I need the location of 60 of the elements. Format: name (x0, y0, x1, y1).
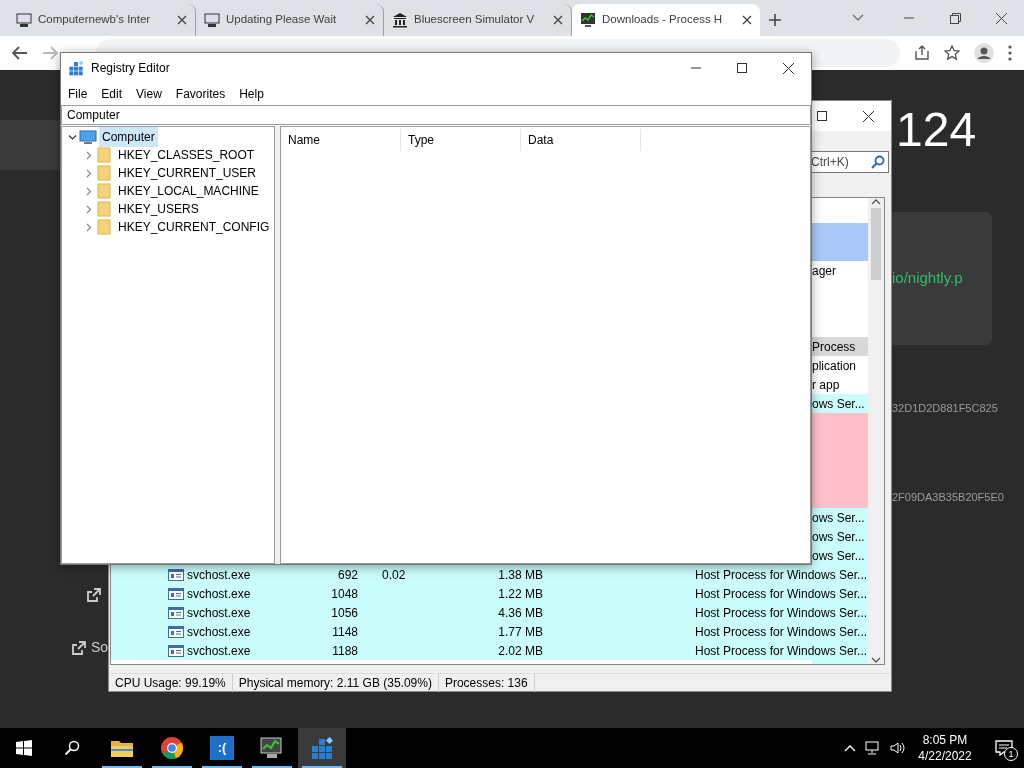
download-link[interactable]: So (70, 637, 108, 658)
process-name: svchost.exe (187, 642, 252, 660)
browser-tab[interactable]: Downloads - Process H (572, 4, 760, 36)
menu-item[interactable]: File (61, 83, 95, 105)
description-cell-text: Host Process for Windows Ser... (695, 623, 868, 641)
memory-cell-text: 4.36 MB (497, 604, 543, 622)
window-title: Registry Editor (91, 60, 170, 77)
tree-item[interactable]: HKEY_CURRENT_CONFIG (115, 217, 273, 237)
clock[interactable]: 8:05 PM 4/22/2022 (915, 732, 975, 764)
notification-count: 1 (1004, 747, 1018, 761)
description-cell-text: plication (812, 357, 857, 375)
status-text: Physical memory: 2.11 GB (35.09%) (232, 674, 439, 692)
address-field[interactable]: Computer (61, 105, 811, 125)
memory-cell-text: 1.38 MB (497, 566, 543, 584)
page-heading: 124 (895, 106, 978, 154)
column-header[interactable]: Name (281, 129, 401, 151)
memory-cell-text: 1.77 MB (497, 623, 543, 641)
description-cell-text: Host Process for Windows Ser... (695, 604, 868, 622)
description-cell-text: Host Process for Windows Ser... (695, 585, 868, 603)
description-cell-text: Process (812, 338, 856, 356)
pid-cell-text: 1188 (331, 642, 358, 660)
description-cell-text: ager (812, 262, 837, 280)
tree-item[interactable]: HKEY_CLASSES_ROOT (115, 145, 258, 165)
menu-item[interactable]: Edit (94, 83, 130, 105)
tree-item[interactable]: Computer (99, 127, 158, 147)
hash-text: 32D1D2D881F5C825 (892, 401, 999, 416)
menu-item[interactable]: Favorites (168, 83, 233, 105)
description-cell-text: Host Process for Windows Ser... (695, 566, 868, 584)
hash-text: 2F09DA3B35B20F5E0 (892, 489, 1005, 505)
memory-cell-text: 2.02 MB (497, 642, 543, 660)
process-name: svchost.exe (187, 585, 252, 603)
process-row[interactable]: svchost.exe 1148 1.77 MB Host Process for Windows Ser... (111, 622, 868, 641)
tree-item[interactable]: HKEY_USERS (115, 199, 202, 219)
description-cell-text: r app (812, 376, 840, 394)
column-header[interactable]: Type (401, 129, 521, 151)
cpu-cell-text: 0.02 (381, 566, 407, 584)
taskbar-app-button[interactable]: :( (198, 728, 246, 768)
tree-item[interactable]: HKEY_LOCAL_MACHINE (115, 181, 262, 201)
process-row[interactable]: Process (812, 337, 868, 356)
process-row[interactable]: svchost.exe 692 0.02 1.38 MB Host Process for Windows Ser... (111, 565, 868, 584)
status-text: Processes: 136 (438, 674, 535, 692)
process-name: svchost.exe (187, 566, 252, 584)
menu-item[interactable]: Help (232, 83, 271, 105)
process-row[interactable]: svchost.exe 1048 1.22 MB Host Process for Windows Ser... (111, 584, 868, 603)
tree-item[interactable]: HKEY_CURRENT_USER (115, 163, 260, 183)
search-field[interactable]: Ctrl+K) (809, 151, 889, 173)
memory-cell-text: 1.22 MB (497, 585, 543, 603)
pid-cell-text: 1148 (331, 623, 358, 641)
menu-item[interactable]: View (129, 83, 169, 105)
process-row[interactable]: svchost.exe 1056 4.36 MB Host Process for Windows Ser... (111, 603, 868, 622)
process-row[interactable]: svchost.exe 1188 2.02 MB Host Process for Windows Ser... (111, 641, 868, 660)
process-name: svchost.exe (187, 604, 252, 622)
process-name: svchost.exe (187, 623, 252, 641)
description-cell-text: Host Process for Windows Ser... (695, 642, 868, 660)
nightly-link[interactable]: io/nightly.p (888, 267, 963, 290)
status-text: CPU Usage: 99.19% (109, 674, 233, 692)
column-header[interactable]: Data (521, 129, 641, 151)
pid-cell-text: 1048 (330, 585, 358, 603)
pid-cell-text: 1056 (330, 604, 358, 622)
pid-cell-text: 692 (336, 566, 358, 584)
